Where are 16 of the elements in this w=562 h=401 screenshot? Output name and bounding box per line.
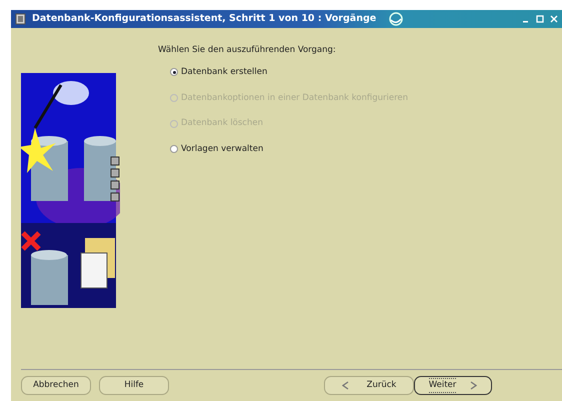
radio-label[interactable]: Datenbank erstellen xyxy=(181,66,268,78)
next-button[interactable]: Weiter xyxy=(414,376,492,395)
app-icon xyxy=(15,13,26,25)
dialog-button[interactable]: Hilfe xyxy=(99,376,169,395)
radio-button[interactable] xyxy=(170,145,178,154)
chevron-right-icon xyxy=(470,381,478,390)
radio-button[interactable] xyxy=(170,68,178,76)
chevron-left-icon xyxy=(342,381,349,390)
dialog-button[interactable]: Abbrechen xyxy=(21,376,91,395)
maximize-icon[interactable] xyxy=(536,15,544,23)
swirl-icon xyxy=(388,11,404,27)
back-button[interactable]: Zurück xyxy=(324,376,414,395)
prompt-text: Wählen Sie den auszuführenden Vorgang: xyxy=(158,44,337,57)
close-icon[interactable] xyxy=(550,15,558,23)
radio-label[interactable]: Vorlagen verwalten xyxy=(181,143,264,156)
window-title: Datenbank-Konfigurationsassistent, Schritt 1 von 10 : Vorgänge xyxy=(32,12,376,26)
